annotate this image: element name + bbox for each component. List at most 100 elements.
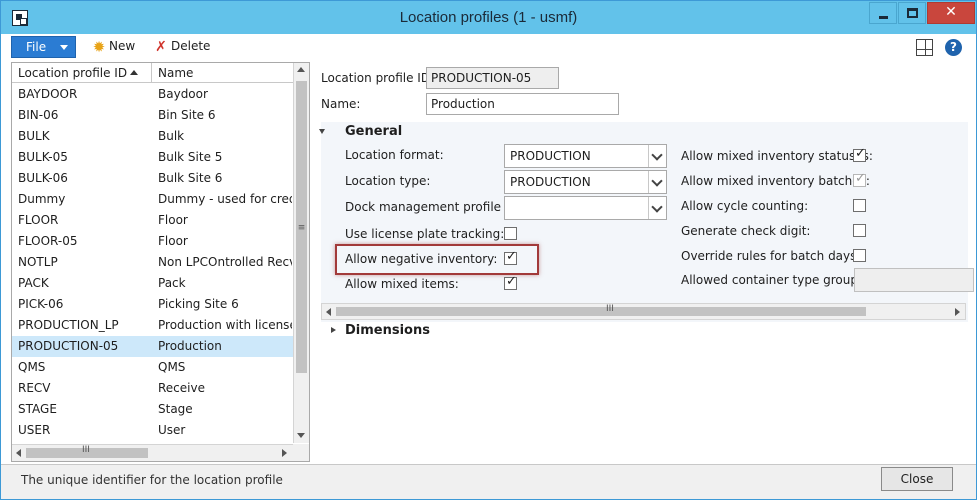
scroll-up-icon[interactable] — [297, 67, 305, 72]
cell-name: Bulk Site 5 — [158, 150, 223, 164]
table-row[interactable]: FLOOR Floor — [12, 210, 293, 231]
window-title: Location profiles (1 - usmf) — [399, 9, 578, 26]
layout-icon[interactable] — [916, 39, 933, 56]
check-icon: ✓ — [506, 274, 517, 289]
table-row[interactable]: BULK-06 Bulk Site 6 — [12, 168, 293, 189]
table-row[interactable]: Dummy Dummy - used for credit d — [12, 189, 293, 210]
scroll-grip-icon: III — [606, 304, 614, 314]
cell-name: User — [158, 423, 186, 437]
horizontal-scrollbar[interactable]: III — [12, 444, 293, 461]
cycle-counting-checkbox[interactable] — [853, 199, 866, 212]
cell-location-profile-id: USER — [18, 423, 51, 437]
general-section-title[interactable]: General — [345, 124, 402, 139]
table-row[interactable]: FLOOR-05 Floor — [12, 231, 293, 252]
minimize-button[interactable] — [869, 2, 897, 24]
table-row[interactable]: BAYDOOR Baydoor — [12, 84, 293, 105]
column-divider[interactable] — [151, 63, 152, 83]
scroll-down-icon[interactable] — [297, 433, 305, 438]
name-field[interactable]: Production — [426, 93, 619, 115]
dock-management-combo[interactable] — [504, 196, 667, 220]
title-bar: Location profiles (1 - usmf) ✕ — [1, 1, 976, 34]
column-header-name[interactable]: Name — [158, 66, 193, 80]
container-type-group-label: Allowed container type group: — [681, 273, 863, 287]
chevron-down-icon[interactable] — [648, 145, 666, 167]
general-horizontal-scrollbar[interactable]: III — [321, 303, 966, 320]
status-bar: The unique identifier for the location p… — [1, 464, 976, 499]
scroll-right-icon[interactable] — [955, 308, 960, 316]
cell-location-profile-id: BAYDOOR — [18, 87, 78, 101]
mixed-statuses-checkbox[interactable]: ✓ — [853, 146, 866, 162]
file-menu-button[interactable]: File — [11, 36, 76, 58]
cell-location-profile-id: NOTLP — [18, 255, 58, 269]
cell-location-profile-id: BULK-05 — [18, 150, 68, 164]
table-row[interactable]: RECV Receive — [12, 378, 293, 399]
vertical-scrollbar[interactable]: ≡ — [293, 63, 309, 443]
new-label: New — [109, 39, 136, 53]
table-row[interactable]: BULK-05 Bulk Site 5 — [12, 147, 293, 168]
cell-name: Non LPCOntrolled Recv L — [158, 255, 292, 269]
mixed-batches-checkbox[interactable]: ✓ — [853, 171, 866, 187]
license-plate-label: Use license plate tracking: — [345, 227, 505, 241]
cell-location-profile-id: PRODUCTION-05 — [18, 339, 119, 353]
cycle-counting-label: Allow cycle counting: — [681, 199, 809, 213]
collapse-caret-icon[interactable] — [319, 129, 325, 134]
sort-ascending-icon — [130, 70, 138, 75]
table-row[interactable]: PRODUCTION_LP Production with license p — [12, 315, 293, 336]
cell-location-profile-id: FLOOR — [18, 213, 59, 227]
cell-name: Bulk — [158, 129, 185, 143]
mixed-statuses-label: Allow mixed inventory statuses: — [681, 149, 873, 163]
cell-name: Floor — [158, 213, 188, 227]
location-profile-grid: Location profile ID Name BAYDOOR Baydoor B… — [11, 62, 310, 462]
scroll-left-icon[interactable] — [326, 308, 331, 316]
chevron-down-icon[interactable] — [648, 197, 666, 219]
container-type-group-field[interactable] — [854, 268, 974, 292]
caret-down-icon — [60, 45, 68, 50]
action-pane: File ✹ New ✗ Delete ? — [1, 34, 976, 60]
location-type-combo[interactable]: PRODUCTION — [504, 170, 667, 194]
help-icon[interactable]: ? — [945, 39, 962, 56]
scroll-grip-icon: ≡ — [297, 223, 306, 233]
table-row[interactable]: PACK Pack — [12, 273, 293, 294]
delete-label: Delete — [171, 39, 211, 53]
cell-location-profile-id: PICK-06 — [18, 297, 64, 311]
mixed-items-checkbox[interactable]: ✓ — [504, 274, 517, 290]
cell-location-profile-id: QMS — [18, 360, 46, 374]
license-plate-checkbox[interactable] — [504, 227, 517, 240]
location-format-value: PRODUCTION — [510, 149, 591, 163]
override-batch-days-label: Override rules for batch days: — [681, 249, 861, 263]
maximize-button[interactable] — [898, 2, 926, 24]
table-row[interactable]: STAGE Stage — [12, 399, 293, 420]
check-digit-checkbox[interactable] — [853, 224, 866, 237]
table-row[interactable]: QMS QMS — [12, 357, 293, 378]
column-header-location-profile-id[interactable]: Location profile ID — [18, 66, 127, 80]
scroll-left-icon[interactable] — [16, 449, 21, 457]
window-close-button[interactable]: ✕ — [927, 2, 975, 24]
name-label: Name: — [321, 97, 361, 111]
chevron-down-icon[interactable] — [648, 171, 666, 193]
table-row[interactable]: NOTLP Non LPCOntrolled Recv L — [12, 252, 293, 273]
dimensions-section-title[interactable]: Dimensions — [345, 323, 430, 338]
table-row[interactable]: USER User — [12, 420, 293, 441]
cell-location-profile-id: BIN-06 — [18, 108, 59, 122]
table-row[interactable]: BULK Bulk — [12, 126, 293, 147]
location-format-combo[interactable]: PRODUCTION — [504, 144, 667, 168]
profile-id-field[interactable]: PRODUCTION-05 — [426, 67, 559, 89]
negative-inventory-label: Allow negative inventory: — [345, 252, 498, 266]
table-row[interactable]: PICK-06 Picking Site 6 — [12, 294, 293, 315]
file-menu-label: File — [26, 40, 47, 54]
cell-location-profile-id: PACK — [18, 276, 49, 290]
expand-caret-icon[interactable] — [331, 327, 336, 333]
table-row[interactable]: BIN-06 Bin Site 6 — [12, 105, 293, 126]
scroll-thumb[interactable] — [336, 307, 866, 316]
scroll-right-icon[interactable] — [282, 449, 287, 457]
negative-inventory-checkbox[interactable]: ✓ — [504, 249, 517, 265]
scroll-corner — [293, 444, 309, 461]
cell-name: Baydoor — [158, 87, 208, 101]
close-button[interactable]: Close — [881, 467, 953, 491]
new-button[interactable]: ✹ New — [91, 39, 141, 55]
delete-button[interactable]: ✗ Delete — [153, 39, 213, 55]
cell-location-profile-id: Dummy — [18, 192, 66, 206]
table-row[interactable]: PRODUCTION-05 Production — [12, 336, 293, 357]
override-batch-days-checkbox[interactable] — [853, 249, 866, 262]
cell-name: Picking Site 6 — [158, 297, 239, 311]
